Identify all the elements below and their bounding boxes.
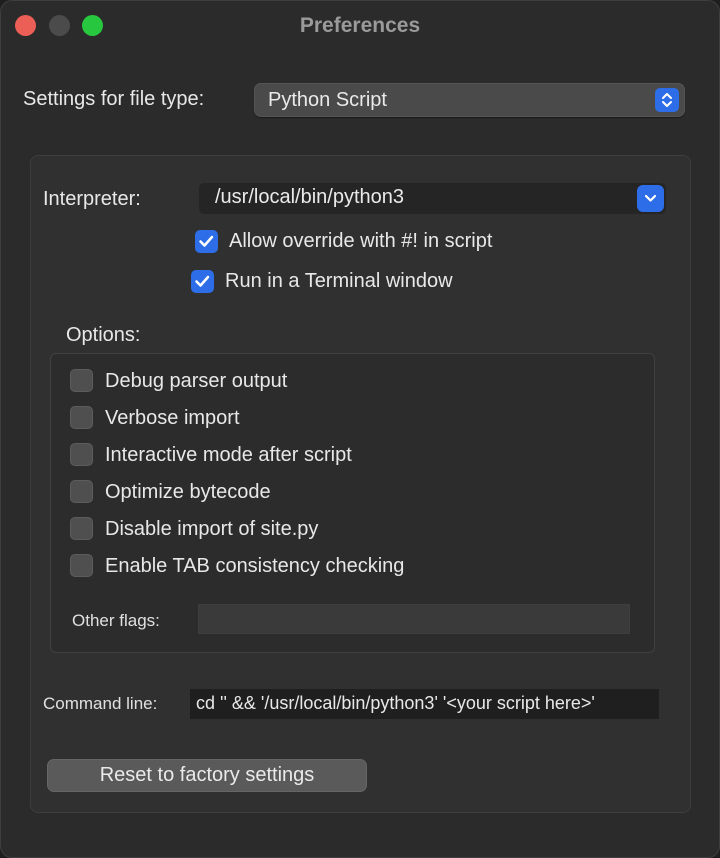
- allow-override-label: Allow override with #! in script: [229, 230, 493, 252]
- checkmark-icon: [195, 275, 210, 287]
- optimize-bytecode-label: Optimize bytecode: [105, 481, 271, 503]
- interactive-mode-label: Interactive mode after script: [105, 444, 352, 466]
- verbose-import-label: Verbose import: [105, 407, 240, 429]
- command-line-value: cd '' && '/usr/local/bin/python3' '<your…: [196, 693, 595, 713]
- options-label: Options:: [66, 324, 141, 346]
- command-line-field[interactable]: cd '' && '/usr/local/bin/python3' '<your…: [190, 689, 659, 719]
- run-in-terminal-label: Run in a Terminal window: [225, 270, 453, 292]
- command-line-label: Command line:: [43, 694, 158, 713]
- interpreter-value: /usr/local/bin/python3: [215, 186, 405, 208]
- verbose-import-checkbox[interactable]: [70, 406, 93, 429]
- file-type-popup[interactable]: Python Script: [254, 83, 685, 117]
- tab-consistency-checkbox[interactable]: [70, 554, 93, 577]
- chevron-down-icon[interactable]: [637, 185, 664, 212]
- other-flags-input[interactable]: [198, 604, 630, 634]
- file-type-value: Python Script: [268, 89, 387, 111]
- disable-site-import-label: Disable import of site.py: [105, 518, 319, 540]
- up-down-chevron-icon: [655, 88, 679, 112]
- run-in-terminal-checkbox[interactable]: [191, 270, 214, 293]
- debug-parser-label: Debug parser output: [105, 370, 288, 392]
- allow-override-checkbox[interactable]: [195, 230, 218, 253]
- interactive-mode-checkbox[interactable]: [70, 443, 93, 466]
- disable-site-import-checkbox[interactable]: [70, 517, 93, 540]
- preferences-window: Preferences Settings for file type: Pyth…: [0, 0, 720, 858]
- file-type-label: Settings for file type:: [23, 88, 205, 110]
- checkmark-icon: [199, 235, 214, 247]
- other-flags-label: Other flags:: [72, 611, 160, 630]
- reset-factory-settings-button[interactable]: Reset to factory settings: [47, 759, 367, 792]
- tab-consistency-label: Enable TAB consistency checking: [105, 555, 405, 577]
- title-bar[interactable]: Preferences: [1, 1, 719, 51]
- window-title: Preferences: [299, 14, 421, 37]
- optimize-bytecode-checkbox[interactable]: [70, 480, 93, 503]
- interpreter-label: Interpreter:: [43, 188, 141, 210]
- debug-parser-checkbox[interactable]: [70, 369, 93, 392]
- interpreter-combo[interactable]: /usr/local/bin/python3: [199, 183, 666, 214]
